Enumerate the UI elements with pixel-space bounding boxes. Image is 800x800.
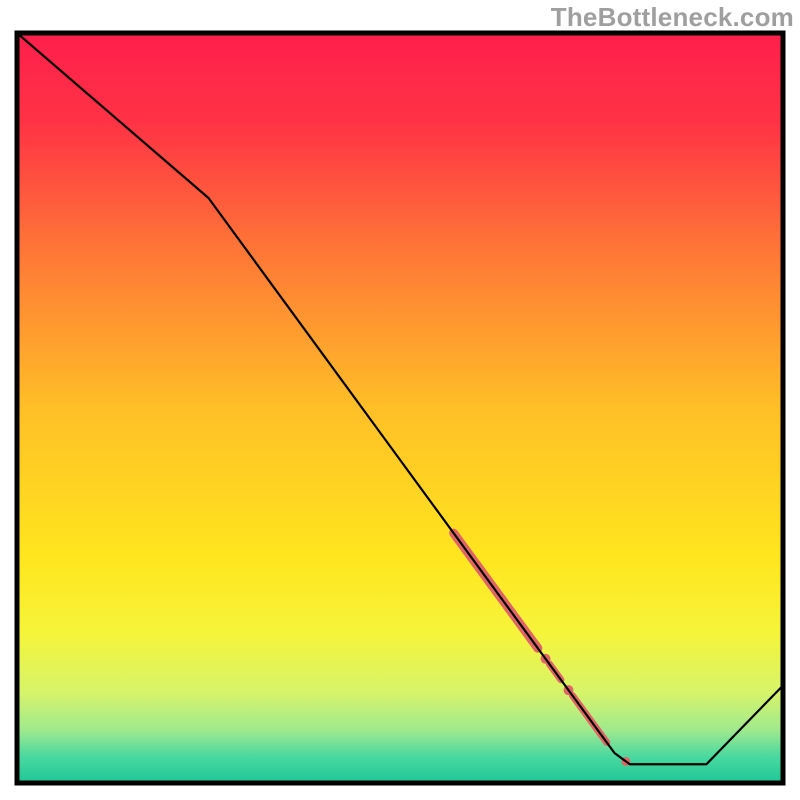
bottleneck-chart: TheBottleneck.com bbox=[0, 0, 800, 800]
watermark-text: TheBottleneck.com bbox=[551, 2, 794, 33]
chart-svg bbox=[0, 0, 800, 800]
plot-background bbox=[17, 33, 783, 783]
